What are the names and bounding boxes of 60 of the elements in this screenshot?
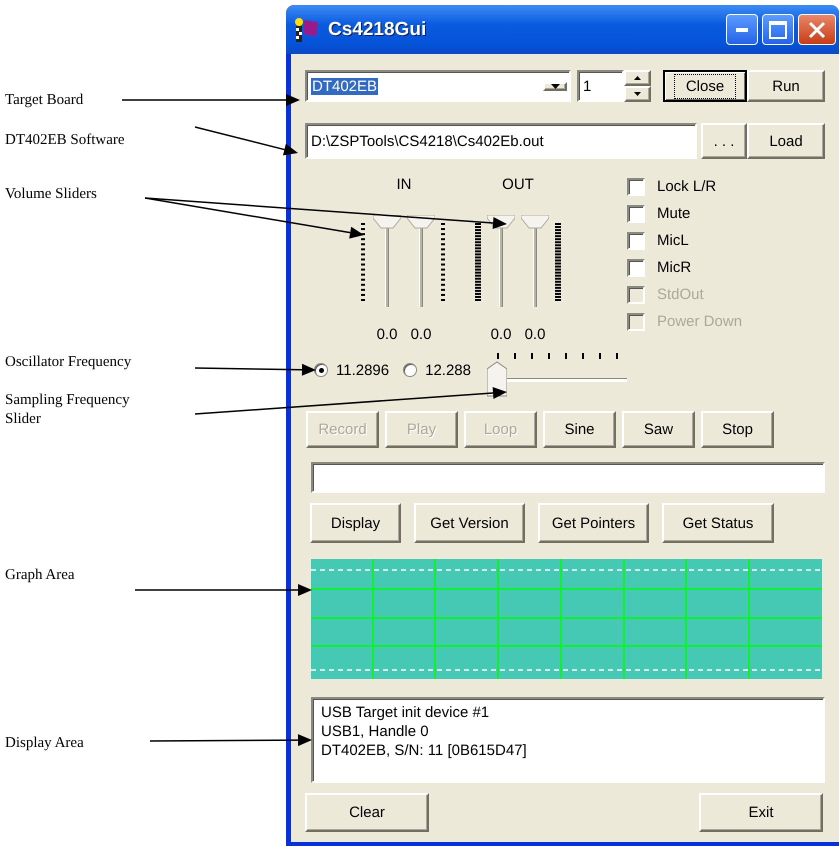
run-button[interactable]: Run (747, 70, 825, 102)
option-checkbox[interactable]: Lock L/R (627, 173, 742, 200)
log-line: DT402EB, S/N: 11 [0B615D47] (321, 741, 527, 760)
sampling-slider[interactable] (487, 350, 627, 398)
callout-label: Graph Area (5, 566, 76, 585)
callout-label: Display Area (5, 734, 85, 753)
volume-value: 0.0 (376, 327, 398, 343)
message-field[interactable] (311, 462, 825, 493)
query-button[interactable]: Display (310, 503, 401, 543)
dropdown-button[interactable] (543, 82, 567, 90)
device-field[interactable]: 1 (577, 70, 624, 102)
query-button[interactable]: Get Version (414, 503, 525, 543)
minimize-icon (736, 28, 748, 32)
group-label: OUT (502, 175, 534, 195)
minimize-button[interactable] (726, 14, 758, 45)
query-button[interactable]: Get Status (662, 503, 774, 543)
close-button[interactable] (798, 14, 836, 45)
volume-slider[interactable] (407, 215, 435, 307)
callout-label: Volume Sliders (5, 185, 98, 204)
query-button[interactable]: Get Pointers (538, 503, 649, 543)
callout-label: DT402EB Software (5, 131, 126, 150)
caret-up-icon (634, 76, 641, 80)
frequency-radio[interactable]: 12.288 (403, 362, 471, 378)
close-icon (808, 20, 826, 38)
playback-button[interactable]: Saw (622, 411, 695, 448)
spin-down-button[interactable] (624, 86, 651, 102)
volume-value: 0.0 (490, 327, 512, 343)
caret-icon (550, 84, 560, 88)
maximize-icon (769, 20, 787, 38)
app-icon (292, 16, 320, 44)
volume-value: 0.0 (410, 327, 432, 343)
volume-value: 0.0 (524, 327, 546, 343)
slider-thumb[interactable] (407, 215, 435, 229)
log-line: USB Target init device #1 (321, 703, 490, 722)
playback-button[interactable]: Sine (543, 411, 616, 448)
maximize-button[interactable] (762, 14, 794, 45)
exit-button[interactable]: Exit (699, 793, 823, 832)
board-combo[interactable]: DT402EB (305, 70, 571, 102)
window-title: Cs4218Gui (328, 18, 428, 40)
log-line: USB1, Handle 0 (321, 722, 429, 741)
volume-slider[interactable] (373, 215, 401, 307)
spin-up-button[interactable] (624, 70, 651, 86)
option-checkbox[interactable]: MicL (627, 227, 742, 254)
callout-label: Oscillator Frequency (5, 353, 132, 372)
volume-slider[interactable] (521, 215, 549, 307)
slider-thumb[interactable] (373, 215, 401, 229)
load-button[interactable]: Load (747, 123, 825, 159)
option-checkbox[interactable]: Mute (627, 200, 742, 227)
frequency-radio[interactable]: 11.2896 (314, 362, 390, 378)
path-field[interactable]: D:\ZSPTools\CS4218\Cs402Eb.out (305, 123, 697, 159)
browse-button[interactable]: . . . (701, 123, 747, 159)
playback-button[interactable]: Stop (701, 411, 774, 448)
option-checkbox[interactable]: MicR (627, 254, 742, 281)
close-board-button[interactable]: Close (663, 70, 747, 102)
group-label: IN (396, 175, 412, 195)
slider-thumb[interactable] (521, 215, 549, 229)
callout-label: Sampling Frequency Slider (5, 391, 131, 429)
caret-icon (634, 92, 641, 96)
callout-label: Target Board (5, 91, 84, 110)
clear-button[interactable]: Clear (305, 793, 429, 832)
